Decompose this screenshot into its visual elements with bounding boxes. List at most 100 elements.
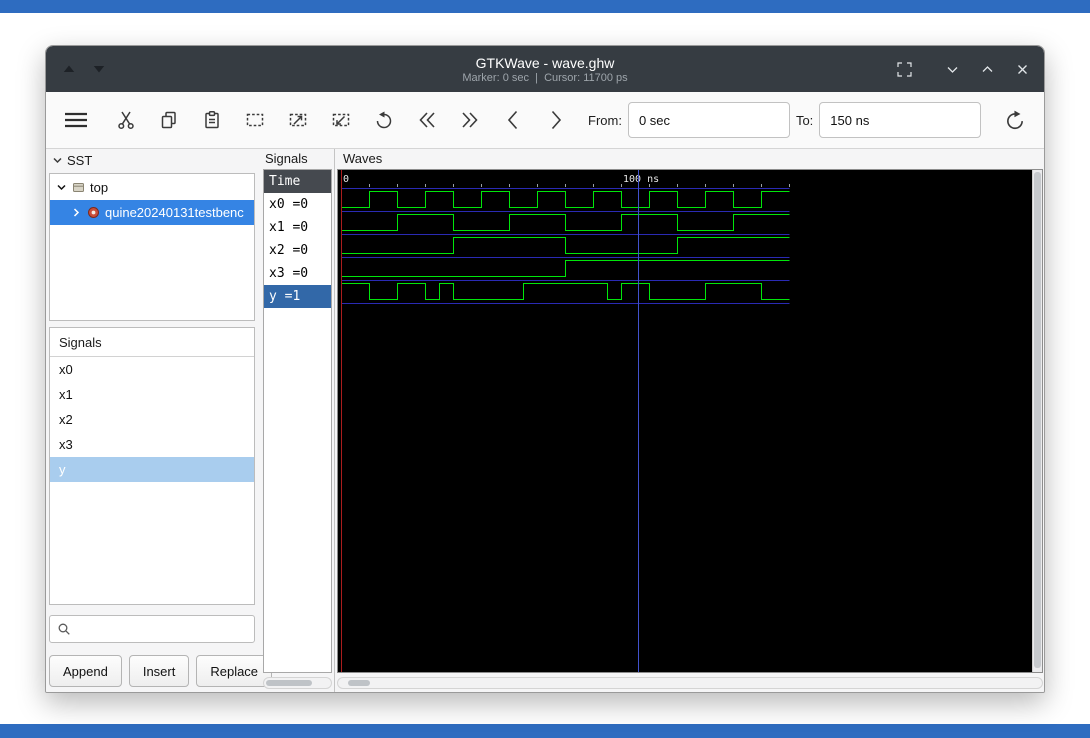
shade-down-button[interactable] — [92, 63, 106, 75]
reload-icon — [1007, 110, 1023, 130]
wave-canvas[interactable]: 0 100 ns — [338, 170, 1032, 672]
zoom-fit-icon — [246, 113, 264, 127]
signal-rows: x0 =0 x1 =0 x2 =0 x3 =0 y =1 — [264, 193, 331, 308]
signal-row-x2[interactable]: x2 =0 — [264, 239, 331, 262]
toolbar: From: To: — [46, 92, 1044, 149]
timeline-ruler: 0 100 ns — [341, 174, 790, 187]
signal-list-item-x1[interactable]: x1 — [50, 382, 254, 407]
time-header: Time — [264, 170, 331, 193]
waves-panel: 0 100 ns — [337, 169, 1043, 673]
forward-button[interactable] — [539, 103, 573, 137]
sst-node-label: top — [90, 180, 109, 195]
sst-node-quine20240131testbenc[interactable]: quine20240131testbenc — [50, 200, 254, 225]
from-input[interactable] — [627, 102, 790, 138]
main-content: SST top quine20240131testbenc Signals x0 x… — [46, 149, 1044, 692]
signals-panel-label: Signals — [265, 151, 308, 166]
from-label: From: — [588, 112, 622, 128]
copy-icon — [161, 111, 176, 129]
desktop-wallpaper-bottom — [0, 724, 1090, 738]
waves-vscrollbar-thumb[interactable] — [1034, 172, 1041, 668]
signal-search — [49, 615, 255, 643]
signal-row-x3[interactable]: x3 =0 — [264, 262, 331, 285]
signal-list-item-x3[interactable]: x3 — [50, 432, 254, 457]
chevron-down-icon — [947, 66, 958, 73]
shade-up-button[interactable] — [62, 63, 76, 75]
triangle-up-icon — [63, 65, 75, 72]
menu-button[interactable] — [56, 103, 96, 137]
replace-button[interactable]: Replace — [196, 655, 273, 687]
maximize-button[interactable] — [980, 62, 995, 77]
signal-row-y[interactable]: y =1 — [264, 285, 331, 308]
signal-list-item-y[interactable]: y — [50, 457, 254, 482]
chevron-left-icon — [507, 110, 518, 130]
wave-trace-x1 — [341, 214, 790, 231]
signal-browser: Signals x0 x1 x2 x3 y — [49, 327, 255, 605]
close-button[interactable] — [1015, 62, 1030, 77]
reload-button[interactable] — [998, 103, 1032, 137]
signal-browser-header: Signals — [50, 328, 254, 357]
sst-tree: top quine20240131testbenc — [49, 173, 255, 321]
wave-trace-y — [341, 283, 790, 300]
gtkwave-window: GTKWave - wave.ghw Marker: 0 sec | Curso… — [45, 45, 1045, 693]
zoom-out-button[interactable] — [324, 103, 358, 137]
window-title: GTKWave - wave.ghw — [475, 54, 615, 71]
waves-hscrollbar[interactable] — [337, 677, 1043, 689]
marker-cursor-status: Marker: 0 sec | Cursor: 11700 ps — [462, 71, 628, 84]
copy-button[interactable] — [152, 103, 186, 137]
to-end-button[interactable] — [453, 103, 487, 137]
back-button[interactable] — [496, 103, 530, 137]
paste-icon — [205, 111, 219, 129]
sst-node-top[interactable]: top — [50, 175, 254, 200]
waves-vscrollbar[interactable] — [1032, 170, 1042, 672]
signal-row-x1[interactable]: x1 =0 — [264, 216, 331, 239]
cut-button[interactable] — [109, 103, 143, 137]
signal-row-x0[interactable]: x0 =0 — [264, 193, 331, 216]
sst-collapse-icon[interactable] — [52, 155, 63, 166]
titlebar[interactable]: GTKWave - wave.ghw Marker: 0 sec | Curso… — [46, 46, 1044, 92]
to-label: To: — [795, 112, 814, 128]
chevron-right-icon — [551, 110, 562, 130]
titlebar-left-controls — [62, 46, 106, 92]
triangle-down-icon — [93, 66, 105, 73]
timeline-label: 100 ns — [623, 174, 659, 185]
undo-icon — [376, 111, 392, 129]
skip-to-end-icon — [462, 112, 478, 128]
fit-window-button[interactable] — [896, 61, 913, 78]
search-input[interactable] — [77, 621, 253, 637]
sst-node-label: quine20240131testbenc — [105, 205, 244, 220]
cut-icon — [118, 111, 134, 130]
to-start-button[interactable] — [410, 103, 444, 137]
append-button[interactable]: Append — [49, 655, 122, 687]
waves-hscrollbar-thumb[interactable] — [348, 680, 370, 686]
signal-list-item-x2[interactable]: x2 — [50, 407, 254, 432]
search-icon — [57, 622, 71, 636]
wave-trace-x0 — [341, 191, 790, 208]
fit-corners-icon — [897, 61, 912, 77]
expand-icon[interactable] — [70, 207, 82, 218]
to-input[interactable] — [819, 102, 982, 138]
titlebar-right-controls — [896, 46, 1030, 92]
insert-button[interactable]: Insert — [128, 655, 190, 687]
sst-label: SST — [67, 152, 93, 168]
skip-to-start-icon — [419, 112, 435, 128]
zoom-fit-button[interactable] — [238, 103, 272, 137]
collapse-icon[interactable] — [55, 182, 67, 193]
module-icon — [72, 181, 85, 194]
signals-hscrollbar-thumb[interactable] — [266, 680, 312, 686]
waves-panel-label: Waves — [343, 151, 383, 166]
undo-button[interactable] — [367, 103, 401, 137]
zoom-out-icon — [332, 113, 350, 127]
unmaximize-button[interactable] — [945, 62, 960, 77]
zoom-in-button[interactable] — [281, 103, 315, 137]
menu-icon — [65, 112, 87, 128]
testbench-icon — [87, 206, 100, 219]
titlebar-text: GTKWave - wave.ghw Marker: 0 sec | Curso… — [46, 46, 1044, 92]
paste-button[interactable] — [195, 103, 229, 137]
chevron-up-icon — [982, 65, 993, 72]
pane-splitter[interactable] — [334, 149, 335, 692]
signals-hscrollbar[interactable] — [263, 677, 332, 689]
signal-list-item-x0[interactable]: x0 — [50, 357, 254, 382]
wave-trace-x3 — [341, 260, 790, 277]
signal-action-buttons: Append Insert Replace — [49, 655, 273, 687]
close-icon — [1018, 64, 1027, 74]
